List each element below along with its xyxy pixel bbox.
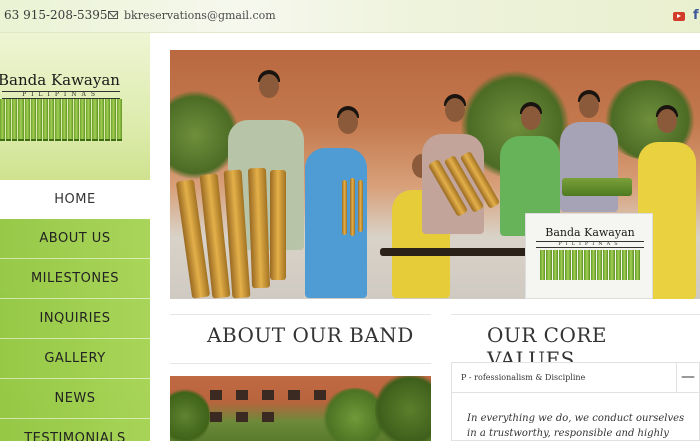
youtube-icon[interactable] bbox=[673, 12, 685, 21]
banner-bamboo-graphic bbox=[540, 250, 640, 280]
banner-brand-text: Banda Kawayan bbox=[545, 226, 635, 239]
nav-item-about-us[interactable]: ABOUT US bbox=[0, 219, 150, 259]
about-band-heading: ABOUT OUR BAND bbox=[207, 323, 414, 347]
core-values-accordion: P - rofessionalism & Discipline — In eve… bbox=[451, 362, 700, 441]
main-nav: HOME ABOUT US MILESTONES INQUIRIES GALLE… bbox=[0, 180, 150, 441]
accordion-title: P - rofessionalism & Discipline bbox=[461, 373, 586, 382]
email-text: bkreservations@gmail.com bbox=[124, 9, 276, 22]
nav-item-gallery[interactable]: GALLERY bbox=[0, 339, 150, 379]
divider bbox=[451, 314, 700, 315]
nav-item-news[interactable]: NEWS bbox=[0, 379, 150, 419]
top-bar: 63 915-208-5395 bkreservations@gmail.com… bbox=[0, 0, 700, 33]
logo-sub-text: PILIPINAS bbox=[2, 91, 120, 99]
banner-sub-text: PILIPINAS bbox=[536, 241, 644, 248]
nav-item-inquiries[interactable]: INQUIRIES bbox=[0, 299, 150, 339]
nav-item-milestones[interactable]: MILESTONES bbox=[0, 259, 150, 299]
main-content: Banda Kawayan PILIPINAS ABOUT OUR BAND O… bbox=[150, 33, 700, 441]
email-link[interactable]: bkreservations@gmail.com bbox=[108, 9, 276, 22]
nav-item-home[interactable]: HOME bbox=[0, 180, 150, 219]
logo-brand-text: Banda Kawayan bbox=[0, 71, 120, 89]
nav-item-testimonials[interactable]: TESTIMONIALS bbox=[0, 419, 150, 441]
sidebar: Banda Kawayan PILIPINAS HOME ABOUT US MI… bbox=[0, 33, 150, 441]
hero-photo: Banda Kawayan PILIPINAS bbox=[170, 50, 700, 299]
bamboo-graphic bbox=[0, 99, 123, 141]
site-logo[interactable]: Banda Kawayan PILIPINAS bbox=[0, 33, 150, 180]
accordion-body: In everything we do, we conduct ourselve… bbox=[467, 413, 685, 439]
mail-icon bbox=[108, 11, 118, 19]
collapse-icon[interactable]: — bbox=[676, 363, 699, 393]
accordion-header[interactable]: P - rofessionalism & Discipline — bbox=[452, 363, 699, 393]
banner-sign: Banda Kawayan PILIPINAS bbox=[525, 213, 653, 299]
divider bbox=[170, 363, 431, 364]
about-band-photo[interactable] bbox=[170, 376, 431, 441]
phone-number[interactable]: 63 915-208-5395 bbox=[4, 8, 108, 22]
facebook-icon[interactable]: f bbox=[693, 8, 699, 23]
divider bbox=[170, 314, 431, 315]
